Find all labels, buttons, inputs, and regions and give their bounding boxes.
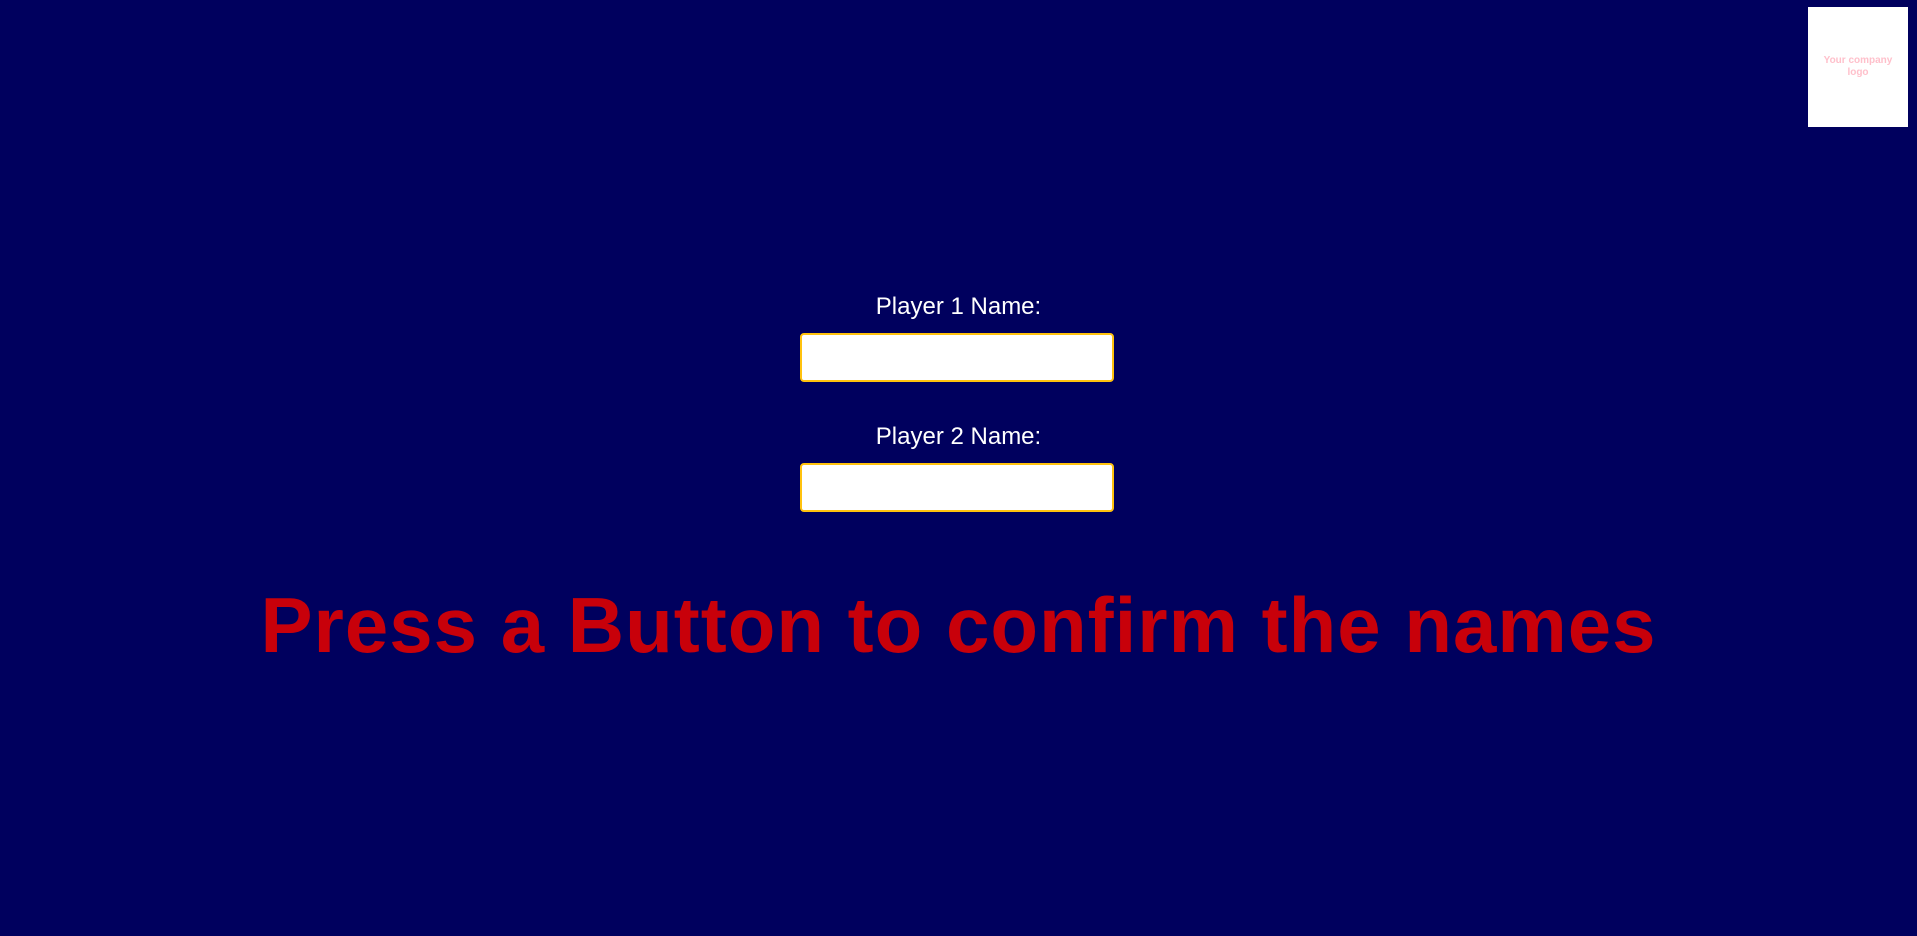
- confirm-prompt: Press a Button to confirm the names: [260, 581, 1657, 669]
- player-1-name-label: Player 1 Name:: [875, 293, 1042, 320]
- company-logo-text: Your company logo: [1823, 55, 1893, 78]
- company-logo: Your company logo: [1808, 7, 1908, 127]
- player-2-name-input[interactable]: [800, 463, 1114, 512]
- player-name-screen: Your company logo Player 1 Name: Player …: [0, 0, 1917, 936]
- player-1-name-input[interactable]: [800, 333, 1114, 382]
- player-2-name-label: Player 2 Name:: [875, 423, 1042, 450]
